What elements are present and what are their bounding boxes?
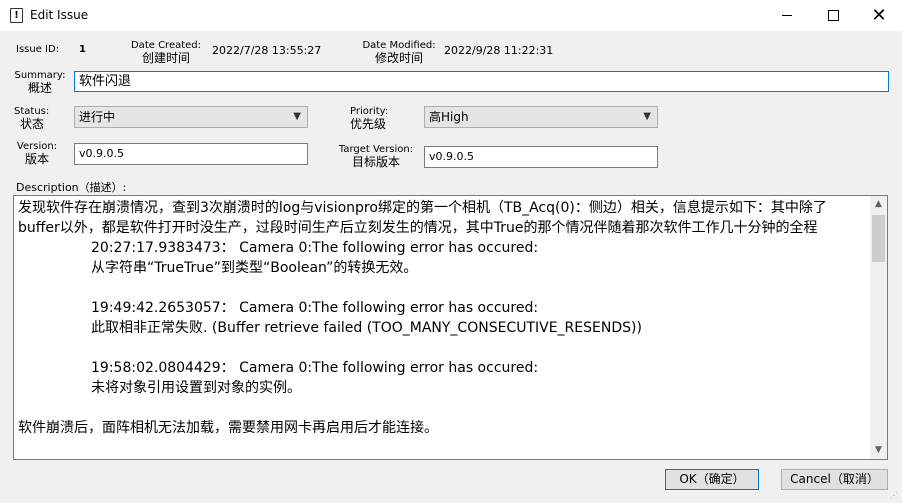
ok-button[interactable]: OK（确定）	[665, 469, 759, 490]
window-title: Edit Issue	[30, 8, 89, 22]
date-modified-label-block: Date Modified: 修改时间	[357, 40, 441, 64]
status-label-block: Status: 状态	[14, 106, 54, 130]
target-version-field[interactable]: v0.9.0.5	[424, 146, 658, 168]
description-footer: 软件崩溃后，面阵相机无法加载，需要禁用网卡再启用后才能连接。	[18, 420, 438, 436]
priority-value: 高High	[429, 110, 469, 124]
scroll-thumb[interactable]	[872, 215, 885, 262]
log-entry-2-line2: 此取相非正常失败. (Buffer retrieve failed (TOO_M…	[91, 320, 642, 336]
priority-select[interactable]: 高High ▼	[424, 106, 658, 128]
priority-label-cn: 优先级	[350, 117, 387, 131]
description-intro: 发现软件存在崩溃情况，查到3次崩溃时的log与visionpro绑定的第一个相机…	[18, 200, 827, 236]
issue-id-label: Issue ID:	[16, 44, 60, 55]
target-version-label-block: Target Version: 目标版本	[336, 144, 416, 168]
log-entry-3-line2: 未将对象引用设置到对象的实例。	[91, 380, 301, 396]
chevron-down-icon: ▼	[293, 111, 301, 122]
summary-label-block: Summary: 概述	[14, 70, 66, 94]
date-created-label-cn: 创建时间	[141, 51, 190, 65]
date-modified-value: 2022/9/28 11:22:31	[444, 44, 554, 57]
date-created-label-block: Date Created: 创建时间	[126, 40, 206, 64]
date-modified-label-cn: 修改时间	[374, 51, 423, 65]
maximize-icon	[827, 9, 839, 21]
close-button[interactable]: ✕	[856, 0, 902, 31]
maximize-button[interactable]	[810, 0, 856, 31]
summary-label-cn: 概述	[27, 81, 52, 95]
version-field[interactable]: v0.9.0.5	[74, 143, 308, 165]
minimize-icon	[782, 14, 792, 16]
resize-grip-icon[interactable]: ⋰	[890, 491, 900, 501]
target-version-label-cn: 目标版本	[351, 155, 400, 169]
vertical-scrollbar[interactable]: ▲ ▼	[870, 196, 887, 459]
log-entry-1-line1: 20:27:17.9383473： Camera 0:The following…	[91, 240, 539, 256]
description-label: Description（描述）:	[16, 181, 127, 194]
status-select[interactable]: 进行中 ▼	[74, 106, 308, 128]
minimize-button[interactable]	[764, 0, 810, 31]
log-entry-3-line1: 19:58:02.0804429： Camera 0:The following…	[91, 360, 539, 376]
status-value: 进行中	[79, 110, 116, 124]
log-entry-1-line2: 从字符串“TrueTrue”到类型“Boolean”的转换无效。	[91, 260, 418, 276]
description-textarea[interactable]: 发现软件存在崩溃情况，查到3次崩溃时的log与visionpro绑定的第一个相机…	[13, 195, 888, 460]
description-content: 发现软件存在崩溃情况，查到3次崩溃时的log与visionpro绑定的第一个相机…	[18, 198, 868, 438]
version-label-block: Version: 版本	[14, 141, 60, 165]
date-created-value: 2022/7/28 13:55:27	[212, 44, 322, 57]
summary-field[interactable]: 软件闪退	[74, 71, 889, 92]
scroll-down-icon[interactable]: ▼	[870, 442, 887, 459]
scroll-up-icon[interactable]: ▲	[870, 196, 887, 213]
cancel-button[interactable]: Cancel（取消）	[781, 469, 888, 490]
priority-label-block: Priority: 优先级	[350, 106, 394, 130]
close-icon: ✕	[871, 5, 887, 26]
version-label-cn: 版本	[24, 152, 49, 166]
issue-icon: !	[10, 8, 23, 23]
log-entry-2-line1: 19:49:42.2653057： Camera 0:The following…	[91, 300, 539, 316]
status-label-cn: 状态	[20, 117, 45, 131]
title-bar: ! Edit Issue ✕	[0, 0, 902, 31]
issue-id-value: 1	[79, 44, 86, 55]
chevron-down-icon: ▼	[643, 111, 651, 122]
